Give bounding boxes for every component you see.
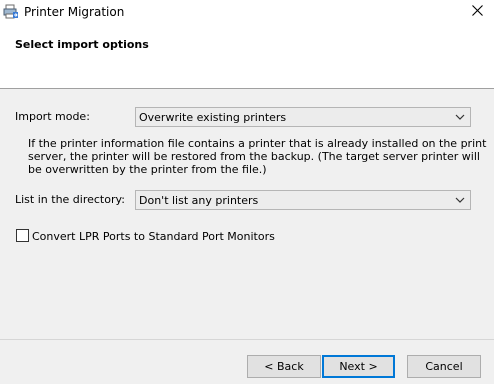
directory-value: Don't list any printers [139,194,259,207]
back-button[interactable]: < Back [247,355,321,378]
import-mode-label: Import mode: [15,110,90,123]
close-button[interactable] [461,0,494,24]
title-bar: Printer Migration [0,0,494,26]
lpr-convert-checkbox[interactable] [16,229,29,242]
directory-label: List in the directory: [15,193,125,206]
page-title: Select import options [15,38,149,51]
directory-select[interactable]: Don't list any printers [135,190,471,210]
import-mode-select[interactable]: Overwrite existing printers [135,107,471,127]
lpr-convert-label[interactable]: Convert LPR Ports to Standard Port Monit… [32,230,275,243]
chevron-down-icon [454,112,466,122]
window-title: Printer Migration [24,5,125,19]
import-mode-value: Overwrite existing printers [139,111,287,124]
printer-migration-icon [3,4,19,20]
cancel-button[interactable]: Cancel [407,355,481,378]
import-mode-description: If the printer information file contains… [28,137,487,176]
wizard-header: Select import options [0,26,494,88]
next-button[interactable]: Next > [322,355,395,378]
wizard-footer: < Back Next > Cancel [0,340,494,384]
chevron-down-icon [454,195,466,205]
close-icon [472,5,483,19]
printer-migration-dialog: Printer Migration Select import options … [0,0,494,384]
